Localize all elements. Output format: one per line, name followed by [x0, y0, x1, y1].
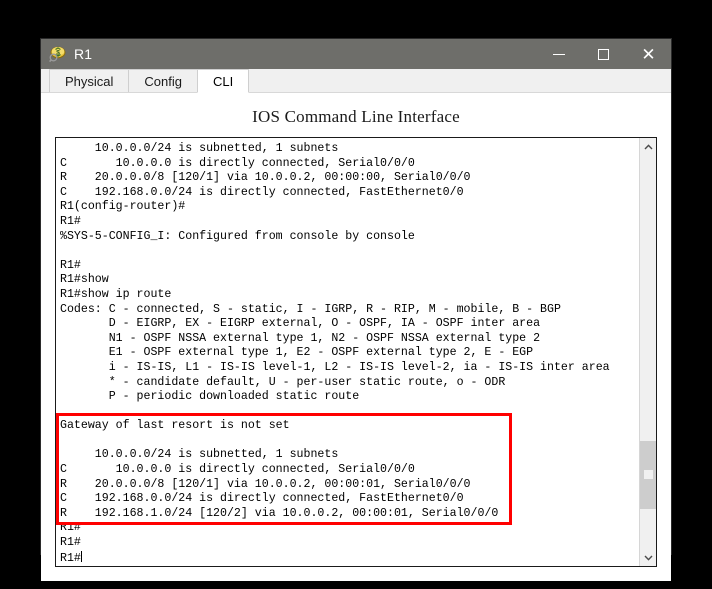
- terminal-scrollbar[interactable]: [639, 138, 656, 567]
- scroll-up-button[interactable]: [640, 138, 656, 155]
- close-icon: ✕: [641, 44, 656, 64]
- chevron-up-icon: [644, 143, 653, 149]
- cli-prompt-line: R1#: [60, 550, 639, 567]
- cli-heading: IOS Command Line Interface: [252, 107, 460, 126]
- tab-config[interactable]: Config: [128, 69, 198, 92]
- cli-output-area[interactable]: 10.0.0.0/24 is subnetted, 1 subnets C 10…: [56, 138, 639, 566]
- window-title: R1: [74, 46, 93, 62]
- cli-prompt-text: R1#: [60, 551, 81, 565]
- scrollbar-grip: [644, 470, 653, 479]
- tab-physical-label: Physical: [65, 73, 114, 89]
- router-icon: $: [49, 45, 67, 63]
- screen: $ R1 ✕ Physical Config CLI IOS Command L…: [0, 0, 712, 589]
- terminal-container: 10.0.0.0/24 is subnetted, 1 subnets C 10…: [55, 137, 657, 568]
- scroll-down-button[interactable]: [640, 549, 656, 567]
- tab-cli-label: CLI: [213, 73, 234, 89]
- maximize-icon: [598, 48, 609, 60]
- window-titlebar[interactable]: $ R1 ✕: [41, 39, 671, 69]
- minimize-button[interactable]: [536, 39, 581, 69]
- text-cursor: [80, 550, 82, 562]
- tab-config-label: Config: [144, 73, 182, 89]
- minimize-icon: [552, 53, 565, 55]
- cli-output-text: 10.0.0.0/24 is subnetted, 1 subnets C 10…: [60, 142, 610, 550]
- tab-bar: Physical Config CLI: [41, 69, 671, 93]
- r1-device-window: $ R1 ✕ Physical Config CLI IOS Command L…: [40, 38, 672, 582]
- scrollbar-thumb[interactable]: [640, 441, 656, 509]
- maximize-button[interactable]: [581, 39, 626, 69]
- tab-cli[interactable]: CLI: [197, 69, 250, 93]
- close-button[interactable]: ✕: [626, 39, 671, 69]
- chevron-down-icon: [644, 555, 653, 561]
- window-controls: ✕: [536, 39, 671, 69]
- window-body: IOS Command Line Interface 10.0.0.0/24 i…: [41, 93, 671, 582]
- tab-physical[interactable]: Physical: [49, 69, 130, 92]
